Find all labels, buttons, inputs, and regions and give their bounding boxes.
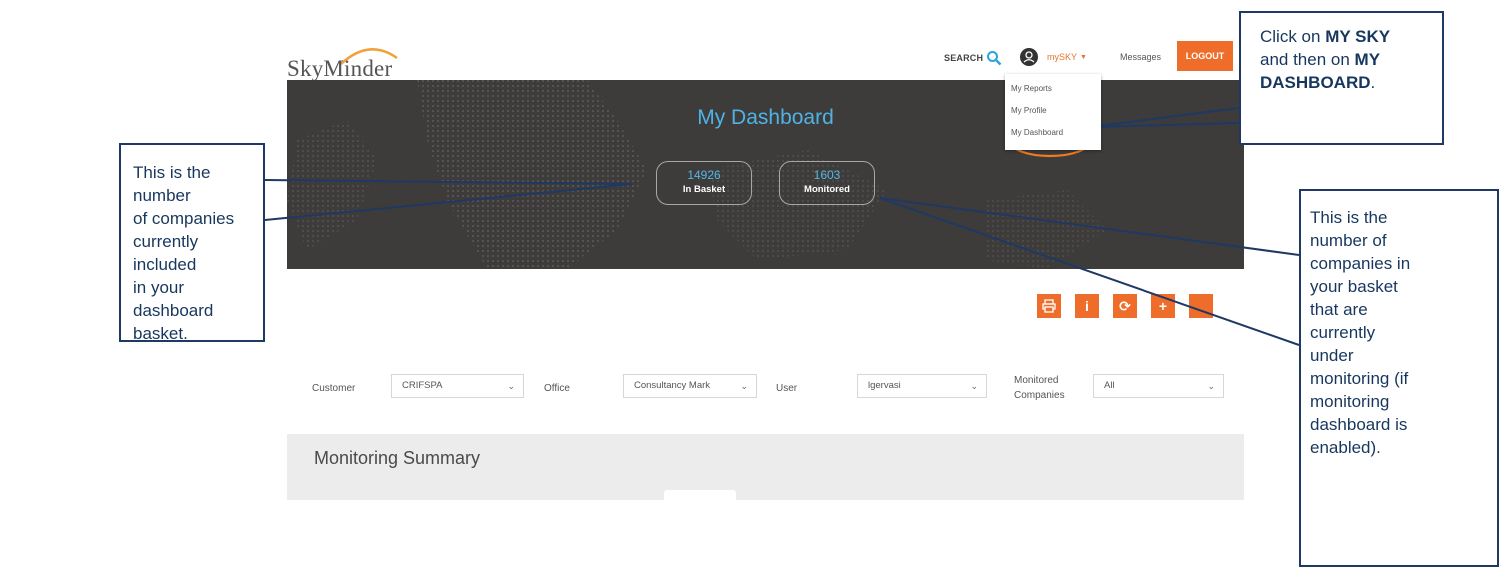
user-select[interactable]: lgervasi ⌄ xyxy=(857,374,987,398)
mysky-dropdown: My Reports My Profile My Dashboard xyxy=(1005,74,1101,150)
callout-right-line: your basket xyxy=(1310,277,1398,296)
callout-top-line-2: and then on MY xyxy=(1260,48,1436,71)
messages-link[interactable]: Messages xyxy=(1120,52,1161,62)
callout-my-dashboard: Click on MY SKY and then on MY DASHBOARD… xyxy=(1239,11,1444,145)
summary-tab[interactable] xyxy=(664,490,736,500)
office-value: Consultancy Mark xyxy=(634,380,711,391)
callout-right-line: This is the xyxy=(1310,208,1388,227)
mysky-menu[interactable]: mySKY ▼ xyxy=(1047,52,1087,62)
callout-left-line: currently included xyxy=(133,232,199,274)
callout-right-line: monitoring (if xyxy=(1310,369,1409,388)
monitored-companies-value: All xyxy=(1104,380,1115,391)
in-basket-count: 14926 xyxy=(687,168,721,182)
in-basket-label: In Basket xyxy=(682,184,726,195)
callout-right-line: companies in xyxy=(1310,254,1411,273)
monitored-companies-label-1: Monitored xyxy=(1014,375,1059,386)
callout-top-line-1: Click on MY SKY xyxy=(1260,25,1436,48)
callout-left-line: This is the number xyxy=(133,163,211,205)
mysky-label: mySKY xyxy=(1047,52,1078,62)
dropdown-item-my-reports[interactable]: My Reports xyxy=(1011,84,1052,93)
filter-bar: Customer CRIFSPA ⌄ Office Consultancy Ma… xyxy=(287,366,1244,426)
info-icon[interactable]: i xyxy=(1075,294,1099,318)
callout-top-text: and then on xyxy=(1260,50,1355,69)
customer-select[interactable]: CRIFSPA ⌄ xyxy=(391,374,524,398)
callout-right-line: that are xyxy=(1310,300,1368,319)
callout-monitored: This is the number of companies in your … xyxy=(1299,189,1499,567)
callout-top-bold: MY SKY xyxy=(1325,27,1391,46)
logout-button[interactable]: LOGOUT xyxy=(1177,41,1233,71)
monitored-count: 1603 xyxy=(813,168,841,182)
logo-text: SkyMinder xyxy=(287,56,393,81)
search-button[interactable]: SEARCH xyxy=(944,50,1002,66)
user-glyph-icon xyxy=(1023,51,1035,63)
print-glyph-icon xyxy=(1042,299,1056,313)
callout-right-line: dashboard is xyxy=(1310,415,1408,434)
callout-right-line: enabled). xyxy=(1310,438,1381,457)
search-icon xyxy=(987,51,1002,66)
callout-left-line: of companies xyxy=(133,209,235,228)
skyminder-logo[interactable]: SkyMinder xyxy=(287,44,427,81)
chevron-down-icon: ⌄ xyxy=(507,381,515,391)
user-value: lgervasi xyxy=(868,380,901,391)
callout-top-text: Click on xyxy=(1260,27,1326,46)
user-icon[interactable] xyxy=(1020,48,1038,66)
callout-right-line: number of xyxy=(1310,231,1387,250)
dashboard-toolbar: i ⟳ + xyxy=(1037,294,1213,318)
skyminder-screenshot: SkyMinder SEARCH mySKY ▼ Messages LOGOUT xyxy=(287,36,1244,500)
monitored-companies-label-2: Companies xyxy=(1014,390,1065,401)
print-icon[interactable] xyxy=(1037,294,1061,318)
search-label: SEARCH xyxy=(944,53,984,63)
dropdown-item-my-dashboard[interactable]: My Dashboard xyxy=(1011,128,1063,137)
caret-down-icon: ▼ xyxy=(1080,53,1087,61)
user-label: User xyxy=(776,383,798,394)
callout-left-line: basket. xyxy=(133,324,188,343)
office-select[interactable]: Consultancy Mark ⌄ xyxy=(623,374,757,398)
chevron-down-icon: ⌄ xyxy=(970,381,978,391)
callout-top-text: . xyxy=(1370,73,1376,92)
in-basket-stat[interactable]: 14926 In Basket xyxy=(656,161,752,205)
callout-right-line: under xyxy=(1310,346,1354,365)
monitored-companies-select[interactable]: All ⌄ xyxy=(1093,374,1224,398)
customer-label: Customer xyxy=(312,383,356,394)
callout-top-bold: DASHBOARD xyxy=(1260,73,1371,92)
monitored-label: Monitored xyxy=(804,184,850,195)
callout-top-line-3: DASHBOARD. xyxy=(1260,71,1436,94)
customer-value: CRIFSPA xyxy=(402,380,443,391)
add-icon[interactable]: + xyxy=(1151,294,1175,318)
monitoring-summary-section: Monitoring Summary xyxy=(287,434,1244,500)
chevron-down-icon: ⌄ xyxy=(740,381,748,391)
callout-right-line: monitoring xyxy=(1310,392,1390,411)
callout-left-line: in your dashboard xyxy=(133,278,214,320)
chevron-down-icon: ⌄ xyxy=(1207,381,1215,391)
monitored-stat[interactable]: 1603 Monitored xyxy=(779,161,875,205)
refresh-icon[interactable]: ⟳ xyxy=(1113,294,1137,318)
more-icon[interactable] xyxy=(1189,294,1213,318)
callout-in-basket: This is the number of companies currentl… xyxy=(119,143,265,343)
callout-right-line: currently xyxy=(1310,323,1376,342)
monitoring-summary-title: Monitoring Summary xyxy=(314,448,481,468)
dropdown-item-my-profile[interactable]: My Profile xyxy=(1011,106,1047,115)
callout-top-bold: MY xyxy=(1354,50,1381,69)
office-label: Office xyxy=(544,383,570,394)
